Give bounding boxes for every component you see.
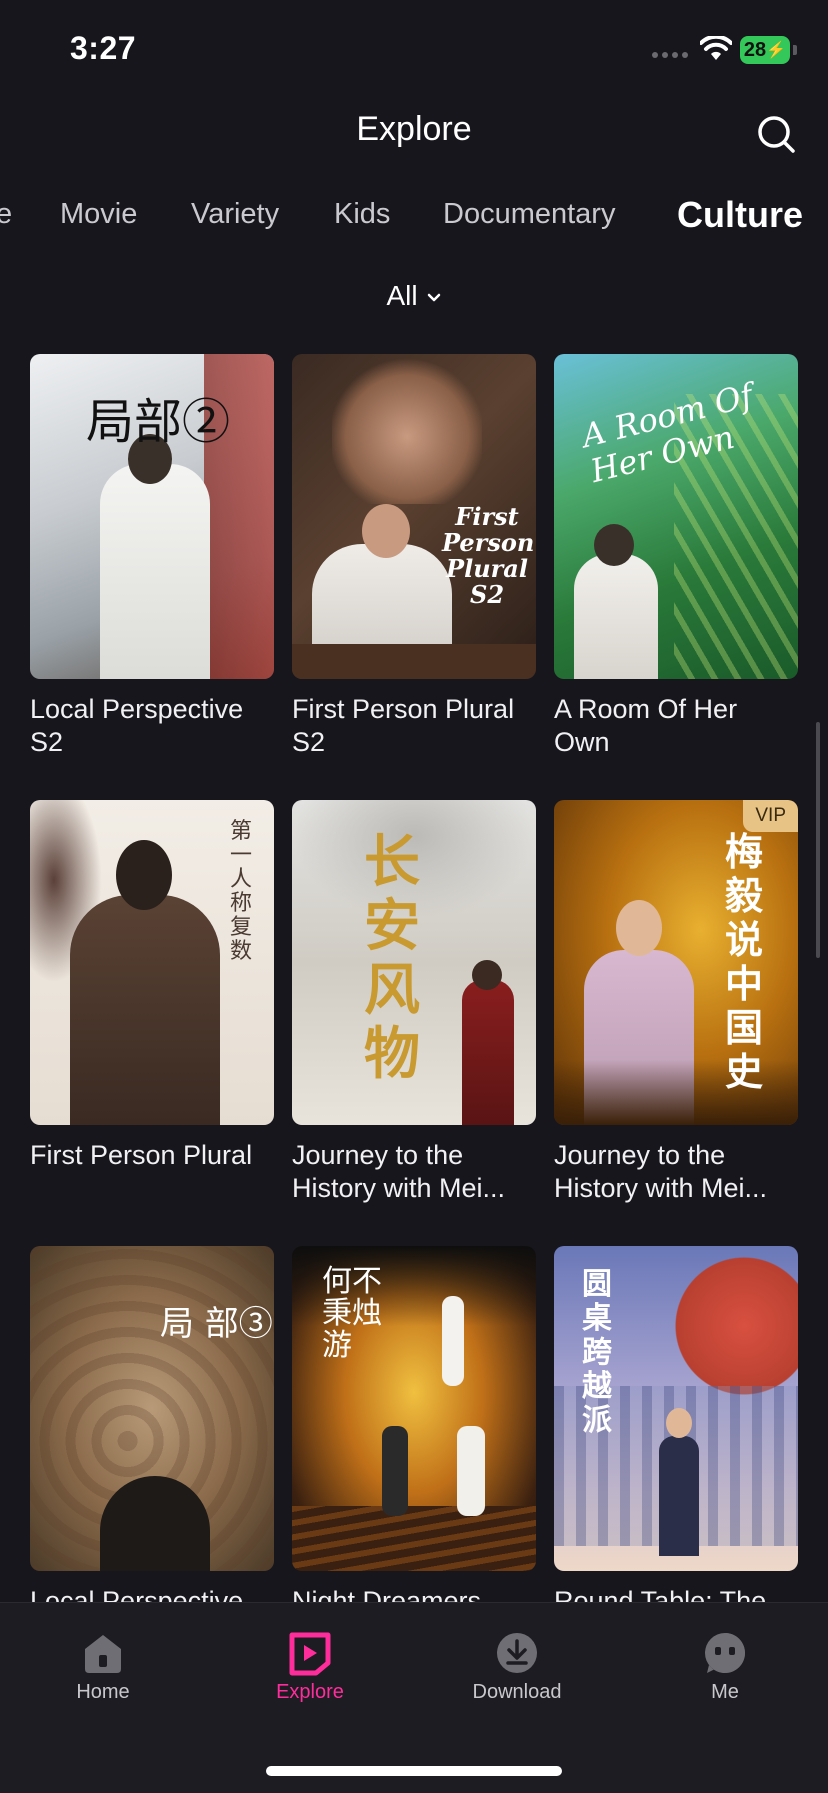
nav-label: Home — [76, 1681, 130, 1703]
poster-title-text: 何不秉烛游 — [322, 1264, 382, 1363]
card-title: Journey to the History with Mei... — [292, 1140, 506, 1203]
poster-image: 何不秉烛游 — [292, 1246, 536, 1571]
status-time: 3:27 — [70, 30, 137, 66]
tab-movie[interactable]: Movie — [60, 198, 137, 231]
nav-download[interactable]: Download — [447, 1625, 587, 1704]
content-card[interactable]: 局 部③ Local Perspective — [30, 1246, 274, 1618]
content-card[interactable]: 梅毅说中国史 VIP Journey to the History with M… — [554, 800, 798, 1205]
poster-title-text: 梅毅说中国史 — [724, 829, 763, 1094]
me-icon — [655, 1625, 795, 1681]
search-button[interactable] — [750, 108, 802, 160]
card-title: Local Perspective S2 — [30, 694, 244, 757]
tab-partial[interactable]: e — [0, 198, 12, 231]
content-card[interactable]: First Person Plural S2 First Person Plur… — [292, 354, 536, 759]
vip-badge: VIP — [743, 800, 798, 832]
nav-label: Explore — [276, 1681, 344, 1703]
content-card[interactable]: A Room Of Her Own A Room Of Her Own — [554, 354, 798, 759]
battery-level: 28 — [743, 38, 767, 61]
content-card[interactable]: 局部② Local Perspective S2 — [30, 354, 274, 759]
content-card[interactable]: 长安风物 Journey to the History with Mei... — [292, 800, 536, 1205]
page-title: Explore — [356, 110, 472, 148]
card-title: A Room Of Her Own — [554, 694, 738, 757]
filter-dropdown[interactable]: All — [0, 280, 828, 312]
nav-me[interactable]: Me — [655, 1625, 795, 1704]
home-indicator — [266, 1766, 562, 1776]
battery-icon: 28 ⚡ — [740, 36, 790, 64]
nav-explore[interactable]: Explore — [240, 1625, 380, 1704]
poster-image: 局部② — [30, 354, 274, 679]
status-bar: 3:27 28 ⚡ — [0, 0, 828, 100]
card-title: First Person Plural S2 — [292, 694, 515, 757]
poster-image: A Room Of Her Own — [554, 354, 798, 679]
poster-image: 长安风物 — [292, 800, 536, 1125]
scrollbar[interactable] — [816, 722, 820, 958]
nav-label: Download — [472, 1681, 562, 1703]
tab-culture[interactable]: Culture — [677, 198, 803, 236]
explore-icon — [240, 1625, 380, 1681]
poster-title-text: 局部② — [86, 394, 231, 450]
tab-documentary[interactable]: Documentary — [443, 198, 615, 231]
nav-home[interactable]: Home — [33, 1625, 173, 1704]
poster-image: 圆桌跨越派 — [554, 1246, 798, 1571]
card-title: First Person Plural — [30, 1140, 253, 1170]
poster-image: 局 部③ — [30, 1246, 274, 1571]
tab-variety[interactable]: Variety — [191, 198, 279, 231]
category-tabs: e Movie Variety Kids Documentary Culture — [0, 198, 828, 248]
poster-image: 梅毅说中国史 VIP — [554, 800, 798, 1125]
content-card[interactable]: 第一人称复数 First Person Plural — [30, 800, 274, 1172]
home-icon — [33, 1625, 173, 1681]
cellular-signal-icon — [652, 52, 690, 62]
bottom-nav: Home Explore Download Me — [0, 1602, 828, 1793]
search-icon — [758, 116, 795, 153]
poster-image: First Person Plural S2 — [292, 354, 536, 679]
content-card[interactable]: 何不秉烛游 Night Dreamers — [292, 1246, 536, 1618]
download-icon — [447, 1625, 587, 1681]
poster-title-text: 长安风物 — [364, 829, 420, 1087]
poster-title-text: 第一人称复数 — [230, 819, 253, 964]
poster-title-text: 圆桌跨越派 — [582, 1267, 612, 1438]
poster-title-text: First Person Plural S2 — [442, 502, 535, 609]
content-card[interactable]: 圆桌跨越派 Round Table: The — [554, 1246, 798, 1618]
card-title: Journey to the History with Mei... — [554, 1140, 768, 1203]
filter-label: All — [386, 280, 418, 311]
poster-image: 第一人称复数 — [30, 800, 274, 1125]
tab-kids[interactable]: Kids — [334, 198, 390, 231]
wifi-icon — [699, 34, 733, 67]
nav-label: Me — [711, 1681, 739, 1703]
poster-title-text: 局 部③ — [160, 1304, 273, 1344]
chevron-down-icon — [427, 293, 440, 302]
